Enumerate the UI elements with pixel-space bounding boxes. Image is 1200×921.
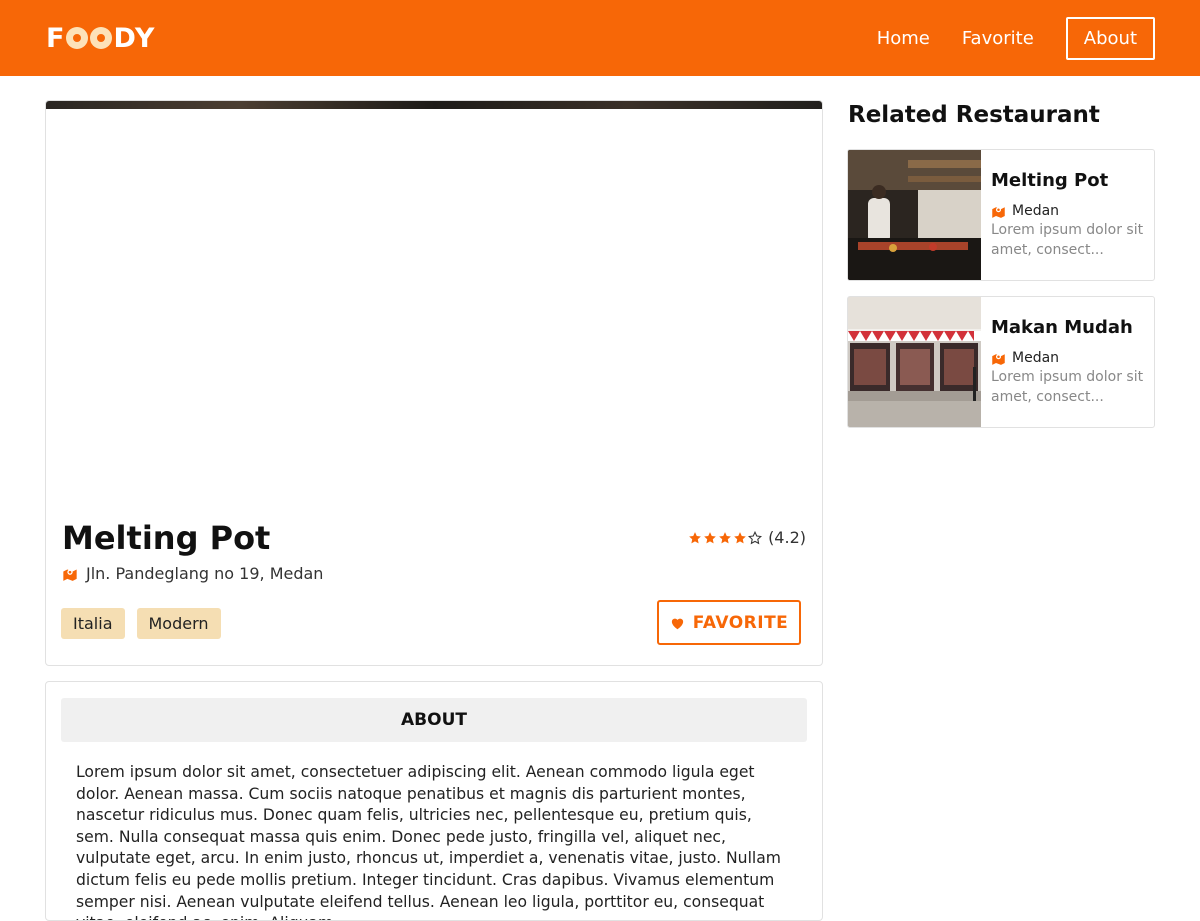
favorite-button-label: FAVORITE <box>692 612 789 633</box>
logo-o-icon <box>66 27 89 49</box>
related-restaurant-info: Makan Mudah Medan Lorem ipsum dolor sit … <box>991 317 1144 407</box>
map-marker-icon <box>992 207 1005 218</box>
related-restaurant-city: Medan <box>1012 203 1060 219</box>
related-restaurant-image <box>848 297 981 427</box>
related-restaurant-card[interactable]: Melting Pot Medan Lorem ipsum dolor sit … <box>847 149 1155 281</box>
related-restaurant-description: Lorem ipsum dolor sit amet, consect... <box>991 222 1144 258</box>
category-tag[interactable]: Italia <box>61 608 125 639</box>
top-navbar: F DY Home Favorite About <box>0 0 1200 76</box>
related-restaurant-name: Melting Pot <box>991 170 1109 191</box>
nav-about-link[interactable]: About <box>1065 16 1155 60</box>
star-icon <box>719 531 731 543</box>
logo-o-icon <box>90 27 113 49</box>
rating-value: (4.2) <box>768 528 806 547</box>
main-nav: Home Favorite About <box>861 16 1155 60</box>
related-restaurant-description: Lorem ipsum dolor sit amet, consect... <box>991 369 1144 405</box>
heart-icon <box>671 618 683 629</box>
related-restaurant-card[interactable]: Makan Mudah Medan Lorem ipsum dolor sit … <box>847 296 1155 428</box>
nav-favorite-link[interactable]: Favorite <box>946 18 1050 59</box>
related-restaurant-city: Medan <box>1012 350 1060 366</box>
star-icon <box>689 531 701 543</box>
star-outline-icon <box>748 530 763 544</box>
related-restaurant-image <box>848 150 981 280</box>
about-section: ABOUT Lorem ipsum dolor sit amet, consec… <box>45 681 823 921</box>
star-icon <box>734 531 746 543</box>
map-marker-icon <box>992 354 1005 365</box>
logo-text-suffix: DY <box>113 22 156 54</box>
hero-image-area <box>46 109 822 509</box>
restaurant-address: Jln. Pandeglang no 19, Medan <box>62 564 323 583</box>
category-tag[interactable]: Modern <box>136 608 221 639</box>
foody-logo[interactable]: F DY <box>46 23 155 54</box>
related-restaurant-info: Melting Pot Medan Lorem ipsum dolor sit … <box>991 170 1144 260</box>
related-restaurant-location: Medan <box>991 350 1144 366</box>
about-description: Lorem ipsum dolor sit amet, consectetuer… <box>76 763 781 920</box>
nav-home-link[interactable]: Home <box>861 18 946 59</box>
star-icon <box>704 531 716 543</box>
restaurant-name: Melting Pot <box>62 519 271 557</box>
restaurant-detail-card: Melting Pot (4.2) Jln. Pandeglang no 19,… <box>45 100 823 666</box>
about-heading: ABOUT <box>61 698 807 742</box>
related-restaurant-location: Medan <box>991 203 1144 219</box>
map-marker-icon <box>63 569 77 581</box>
restaurant-rating: (4.2) <box>688 528 806 547</box>
related-restaurant-name: Makan Mudah <box>991 317 1133 338</box>
category-tags: Italia Modern <box>61 608 221 639</box>
restaurant-hero-image <box>46 101 822 109</box>
address-text: Jln. Pandeglang no 19, Medan <box>86 564 324 583</box>
rating-stars <box>688 530 763 545</box>
related-restaurant-title: Related Restaurant <box>848 102 1100 128</box>
logo-text-prefix: F <box>46 22 66 54</box>
favorite-button[interactable]: FAVORITE <box>657 600 801 645</box>
